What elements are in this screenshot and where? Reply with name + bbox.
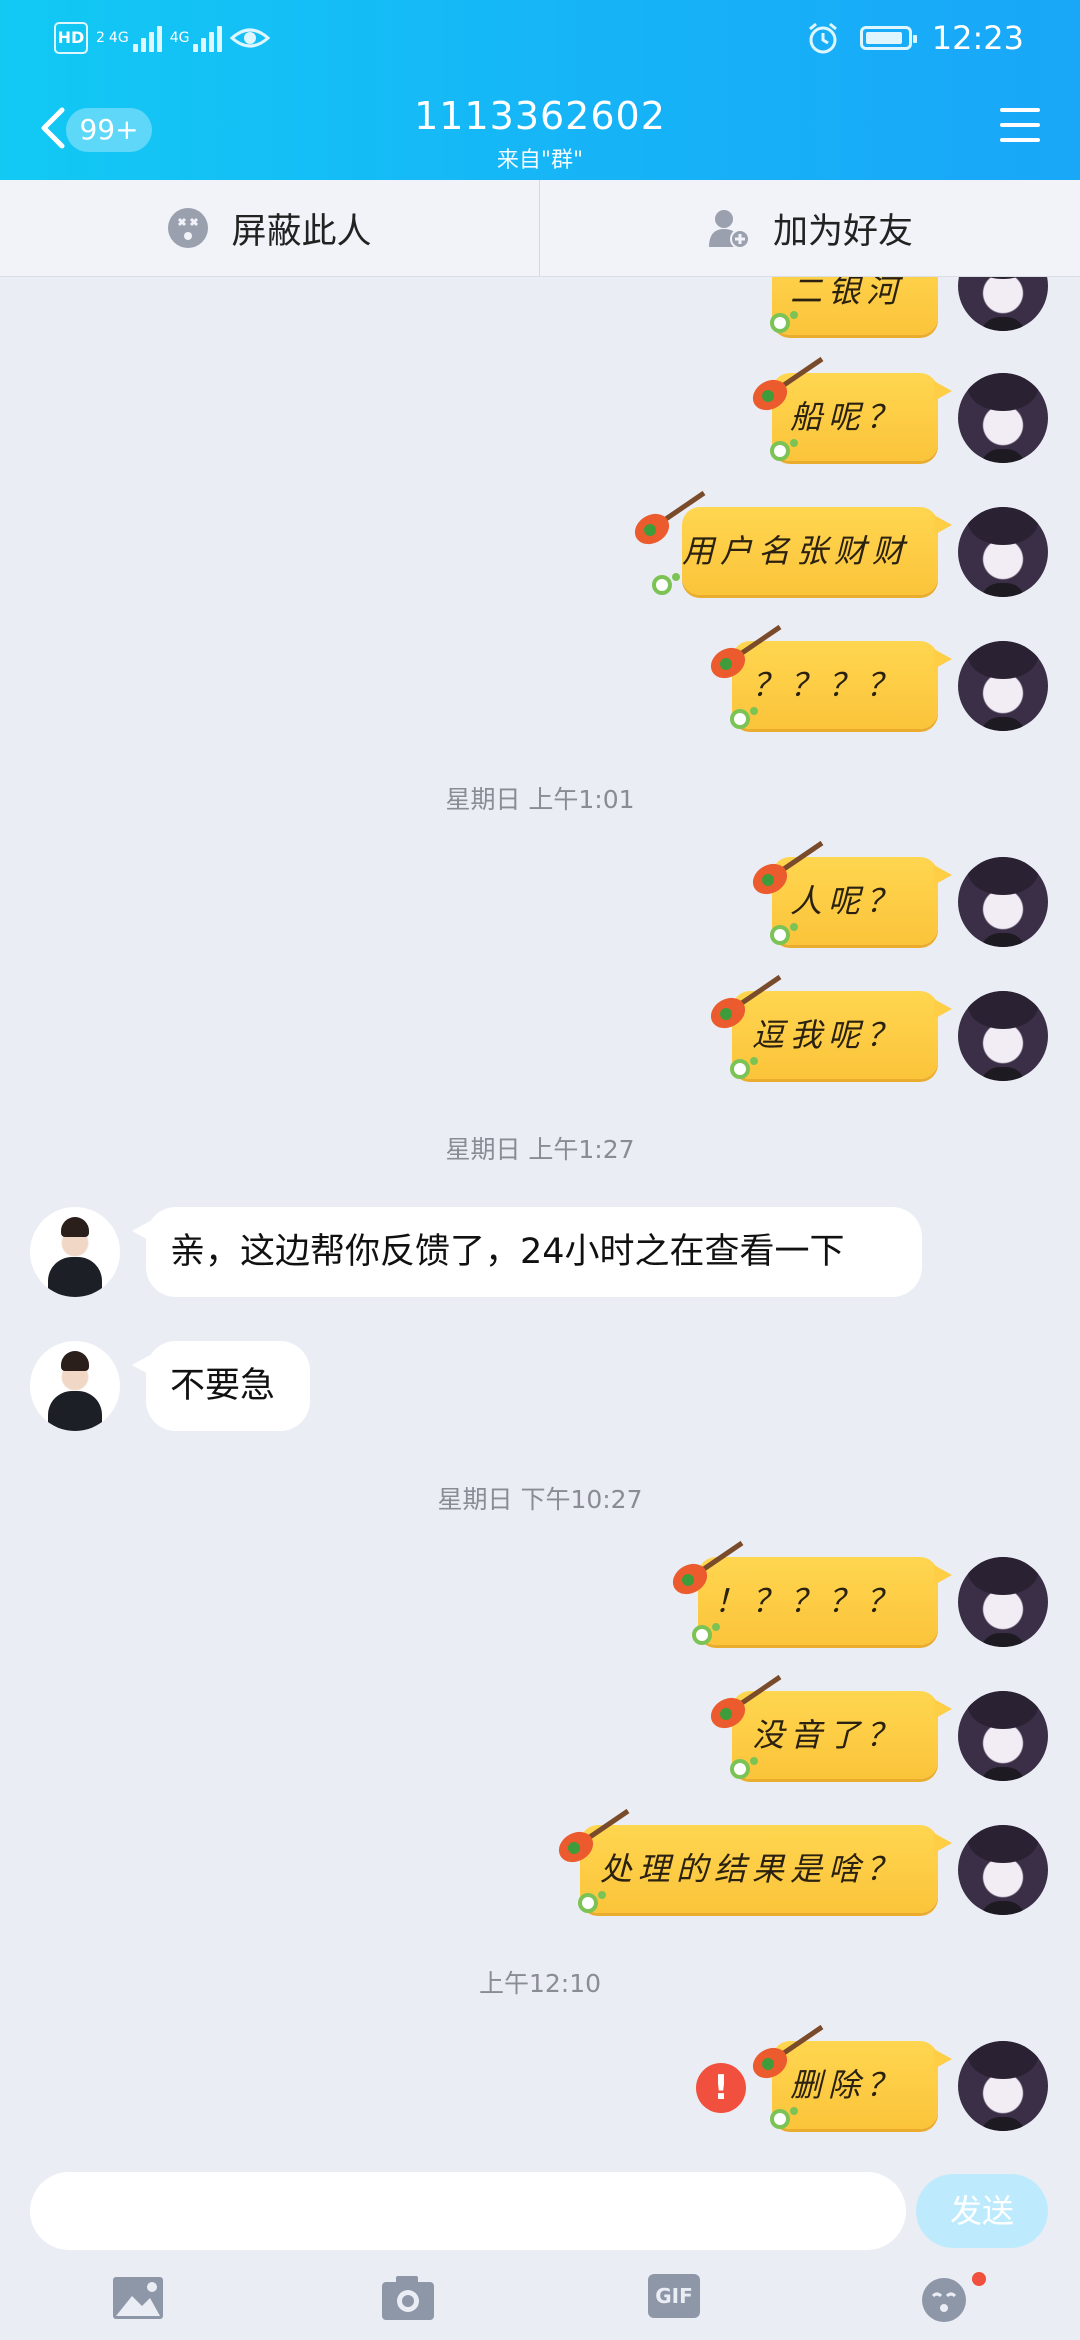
bubble-badge-icon [770, 2107, 798, 2129]
message-list[interactable]: 二银河 船呢？ 用户名张财财 ？？？？ 星期日 上午1:01 人呢？ 逗我呢？ … [0, 277, 1080, 2145]
message-text: 不要急 [170, 1366, 276, 1406]
send-failed-icon[interactable]: ! [696, 2063, 746, 2113]
my-avatar[interactable] [958, 277, 1048, 331]
composer: 发送 GIF [0, 2146, 1080, 2340]
message-text: 二银河 [789, 277, 904, 310]
eye-icon [230, 28, 271, 48]
bubble-badge-icon [730, 1057, 758, 1079]
clock: 12:23 [931, 19, 1024, 57]
my-avatar[interactable] [958, 1825, 1048, 1915]
status-right: 12:23 [806, 18, 1024, 58]
signal-1-icon [132, 24, 162, 52]
guitar-icon [752, 356, 824, 411]
my-avatar[interactable] [958, 2041, 1048, 2131]
stranger-action-bar: 屏蔽此人 加为好友 [0, 180, 1080, 277]
bubble-badge-icon [770, 439, 798, 461]
emoji-icon[interactable] [916, 2272, 976, 2324]
message-bubble[interactable]: 不要急 [132, 1341, 310, 1431]
message-text: 亲，这边帮你反馈了，24小时之在查看一下 [170, 1232, 845, 1272]
status-bar: HD 2 4G 4G 12:23 [0, 0, 1080, 72]
network-type-2: 4G [169, 30, 190, 46]
bubble-badge-icon [730, 707, 758, 729]
contact-avatar[interactable] [30, 1341, 120, 1431]
image-icon[interactable] [110, 2272, 170, 2324]
sim-slot-label: 2 [96, 30, 105, 46]
timestamp: 上午12:10 [478, 1969, 602, 1998]
bubble-badge-icon [770, 311, 798, 333]
guitar-icon [672, 1540, 744, 1595]
network-type-1: 4G [108, 30, 129, 46]
add-friend-button[interactable]: 加为好友 [540, 180, 1080, 276]
my-avatar[interactable] [958, 991, 1048, 1081]
guitar-icon [710, 974, 782, 1029]
add-friend-label: 加为好友 [772, 211, 913, 252]
timestamp: 星期日 上午1:27 [445, 1135, 635, 1164]
my-avatar[interactable] [958, 373, 1048, 463]
chat-title: 1113362602 [414, 94, 666, 138]
signal-2-icon [193, 24, 223, 52]
chat-subtitle: 来自"群" [496, 148, 584, 173]
bubble-badge-icon [692, 1623, 720, 1645]
my-avatar[interactable] [958, 641, 1048, 731]
timestamp: 星期日 下午10:27 [437, 1485, 643, 1514]
status-left: HD 2 4G 4G [54, 18, 271, 58]
message-text: 处理的结果是啥？ [599, 1850, 904, 1888]
my-avatar[interactable] [958, 857, 1048, 947]
gif-icon[interactable]: GIF [648, 2274, 700, 2318]
bubble-badge-icon [730, 1757, 758, 1779]
alarm-icon [808, 22, 837, 54]
block-person-label: 屏蔽此人 [231, 211, 372, 252]
add-friend-icon [708, 210, 750, 249]
bubble-badge-icon [652, 573, 680, 595]
guitar-icon [752, 2024, 824, 2079]
new-emoji-badge [972, 2272, 986, 2286]
bubble-badge-icon [578, 1891, 606, 1913]
message-input[interactable] [30, 2172, 906, 2250]
nav-bar: 99+ 1113362602 来自"群" [0, 72, 1080, 180]
my-avatar[interactable] [958, 507, 1048, 597]
send-button[interactable]: 发送 [916, 2174, 1048, 2248]
menu-icon[interactable] [1000, 108, 1040, 142]
guitar-icon [710, 1674, 782, 1729]
guitar-icon [710, 624, 782, 679]
my-avatar[interactable] [958, 1691, 1048, 1781]
hd-icon: HD [54, 22, 88, 54]
guitar-icon [752, 840, 824, 895]
contact-avatar[interactable] [30, 1207, 120, 1297]
battery-icon [859, 26, 917, 50]
timestamp: 星期日 上午1:01 [445, 785, 635, 814]
camera-icon[interactable] [378, 2272, 438, 2324]
my-avatar[interactable] [958, 1557, 1048, 1647]
message-text: 用户名张财财 [682, 532, 911, 570]
block-face-icon [168, 208, 209, 248]
guitar-icon [558, 1808, 630, 1863]
bubble-badge-icon [770, 923, 798, 945]
block-person-button[interactable]: 屏蔽此人 [0, 180, 540, 276]
message-bubble[interactable]: 亲，这边帮你反馈了，24小时之在查看一下 [132, 1207, 922, 1297]
guitar-icon [634, 490, 706, 545]
message-bubble[interactable]: 用户名张财财 [682, 507, 952, 595]
app-header: HD 2 4G 4G 12:23 99+ 1113362602 来自"群" [0, 0, 1080, 180]
